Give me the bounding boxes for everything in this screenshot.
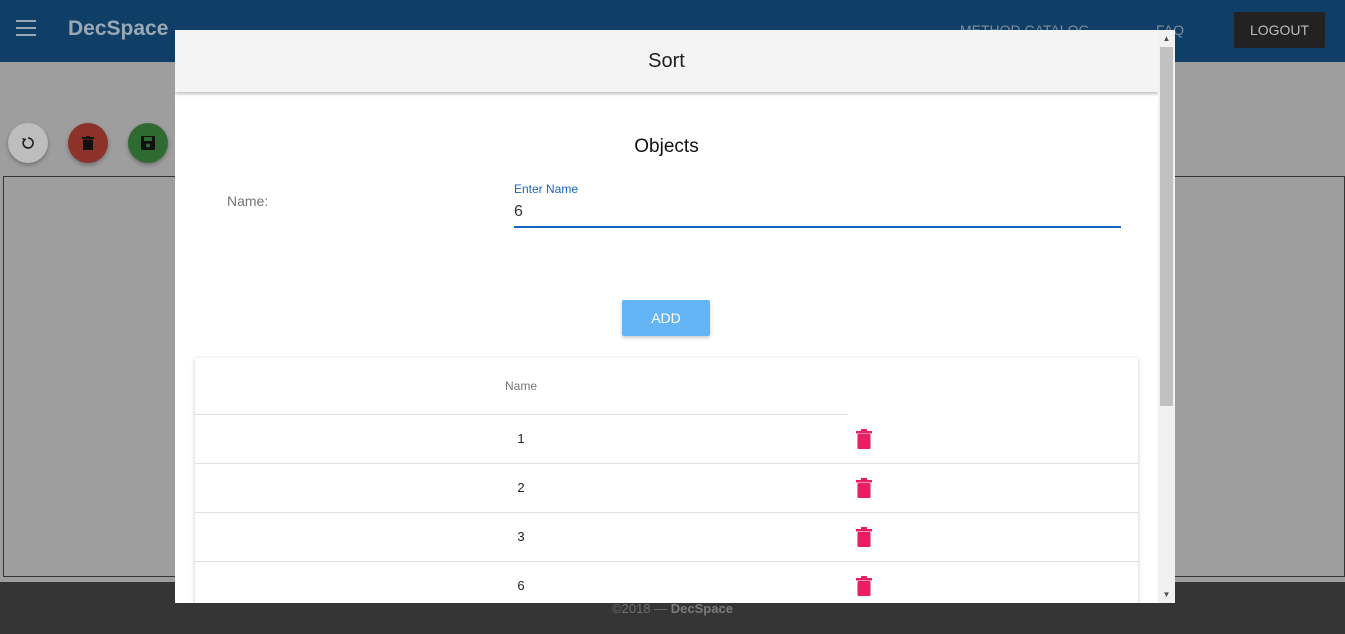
save-icon — [141, 136, 155, 150]
object-name-cell: 6 — [517, 578, 525, 593]
trash-icon — [82, 136, 94, 150]
save-button[interactable] — [128, 123, 168, 163]
name-field-label: Enter Name — [514, 182, 579, 196]
section-title: Objects — [634, 136, 699, 157]
object-name-cell: 3 — [517, 529, 525, 544]
undo-icon — [22, 137, 34, 149]
delete-icon[interactable] — [855, 527, 873, 547]
scroll-down-icon[interactable]: ▼ — [1158, 586, 1175, 603]
add-button[interactable]: ADD — [622, 300, 710, 336]
table-row: 3 — [195, 513, 1138, 562]
table-row: 1 — [195, 415, 1138, 464]
name-label: Name: — [227, 193, 269, 209]
logout-button[interactable]: LOGOUT — [1234, 12, 1325, 48]
table-row: 2 — [195, 464, 1138, 513]
delete-icon[interactable] — [855, 478, 873, 498]
dialog-scrollbar[interactable]: ▲ ▼ — [1158, 30, 1175, 603]
dialog-title: Sort — [175, 30, 1158, 92]
sort-dialog: Sort Objects Name: Enter Name ADD Name 1… — [175, 30, 1175, 603]
name-input[interactable] — [514, 198, 1121, 228]
clear-button[interactable] — [68, 123, 108, 163]
objects-table: Name 1 2 3 6 — [195, 358, 1138, 603]
undo-button[interactable] — [8, 123, 48, 163]
footer-text: ©2018 — DecSpace — [612, 601, 733, 616]
table-row: 6 — [195, 562, 1138, 603]
object-name-cell: 1 — [517, 431, 525, 446]
scroll-thumb[interactable] — [1160, 47, 1173, 406]
scroll-up-icon[interactable]: ▲ — [1158, 30, 1175, 47]
delete-icon[interactable] — [855, 429, 873, 449]
menu-icon[interactable] — [16, 20, 36, 38]
brand-title[interactable]: DecSpace — [68, 17, 168, 41]
object-name-cell: 2 — [517, 480, 525, 495]
table-header: Name — [195, 358, 848, 415]
column-header-name[interactable]: Name — [195, 379, 847, 393]
delete-icon[interactable] — [855, 576, 873, 596]
